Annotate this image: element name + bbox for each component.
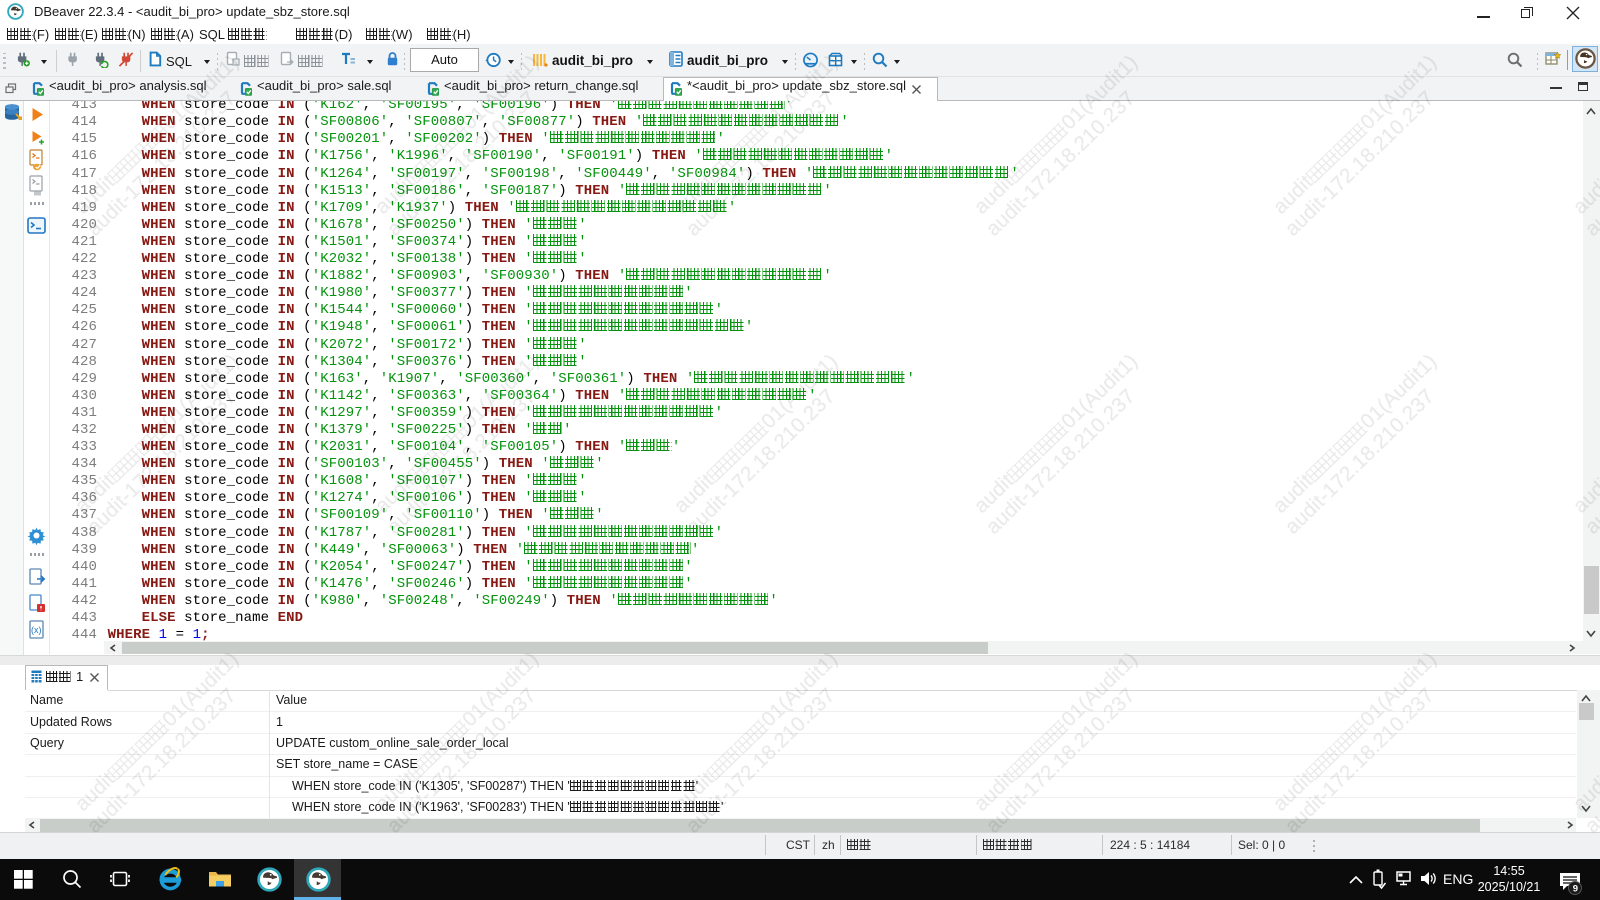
svg-text:9: 9: [1573, 884, 1578, 895]
